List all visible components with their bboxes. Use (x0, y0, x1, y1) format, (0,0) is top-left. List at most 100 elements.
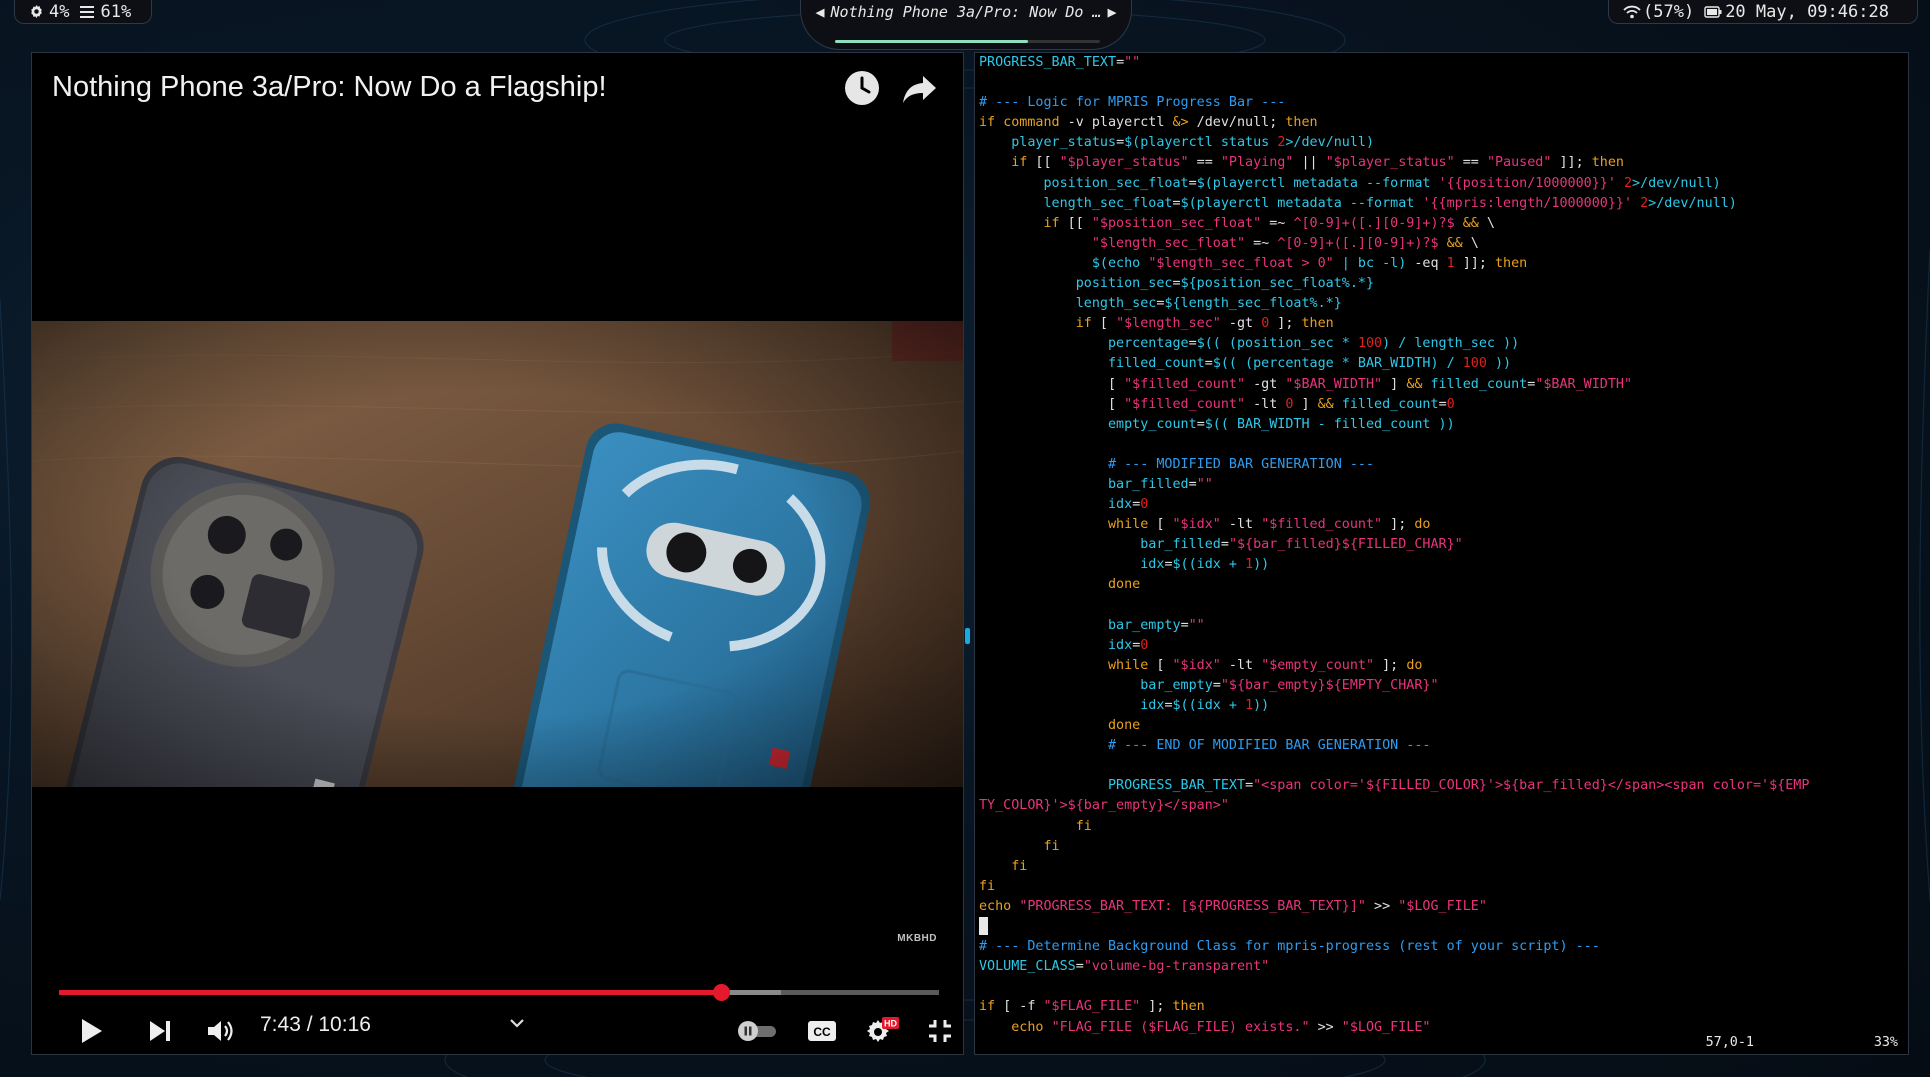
clock-icon[interactable] (843, 69, 881, 107)
code-token: then (1285, 115, 1318, 131)
code-token: $(( (percentage * BAR_WIDTH) / (1212, 356, 1463, 372)
code-editor[interactable]: PROGRESS_BAR_TEXT="" # --- Logic for MPRI… (979, 53, 1904, 1038)
date-time: 20 May, 09:46:28 (1725, 1, 1889, 22)
code-token: fi (1043, 838, 1060, 854)
code-token: if (1075, 316, 1092, 332)
code-token: = (1204, 356, 1213, 372)
video-title[interactable]: Nothing Phone 3a/Pro: Now Do a Flagship! (52, 71, 607, 104)
share-icon[interactable] (901, 69, 939, 107)
chapters-dropdown[interactable] (502, 1003, 532, 1043)
code-token: ]; (1140, 999, 1173, 1015)
code-token: # --- Logic for MPRIS Progress Bar --- (979, 95, 1286, 111)
video-player-window[interactable]: Nothing Phone 3a/Pro: Now Do a Flagship! (31, 52, 964, 1055)
code-token: &> (1172, 115, 1189, 131)
code-token: length_sec_float (1043, 195, 1173, 211)
code-token: 1 (1245, 557, 1254, 573)
code-token: == (1454, 155, 1487, 171)
code-token: [ (979, 376, 1125, 392)
code-line: [ "$filled_count" -gt "$BAR_WIDTH" ] && … (979, 375, 1904, 395)
code-token: position_sec_float (1043, 175, 1189, 191)
code-line: done (979, 716, 1904, 736)
code-line: $(echo "$length_sec_float > 0" | bc -l) … (979, 254, 1904, 274)
volume-icon (208, 1021, 233, 1041)
code-token: | bc -l) (1333, 255, 1407, 271)
code-token: = (1075, 959, 1084, 975)
volume-button[interactable] (200, 1011, 240, 1051)
captions-button[interactable]: CC (802, 1011, 842, 1051)
code-token: 100 (1462, 356, 1487, 372)
exit-fullscreen-button[interactable] (920, 1011, 960, 1051)
settings-button[interactable]: HD (862, 1011, 902, 1051)
code-token: empty_count (1108, 416, 1197, 432)
code-token: "Paused" (1486, 155, 1552, 171)
code-token: 0 (1446, 396, 1455, 412)
code-token: echo (979, 898, 1012, 914)
channel-watermark: MKBHD (897, 933, 937, 944)
media-next-button[interactable]: ▶ (1107, 3, 1116, 21)
code-token: && (1462, 215, 1479, 231)
code-token: = (1196, 416, 1205, 432)
code-line: VOLUME_CLASS="volume-bg-transparent" (979, 957, 1904, 977)
code-line: fi (979, 837, 1904, 857)
code-token: while (1108, 517, 1149, 533)
media-title: Nothing Phone 3a/Pro: Now Do … (830, 3, 1102, 21)
code-token: "$position_sec_float" (1091, 215, 1262, 231)
code-token: ^[0-9]+([.][0-9]+)?$ (1277, 235, 1439, 251)
code-token: "$length_sec" (1116, 316, 1221, 332)
code-token: ^[0-9]+([.][0-9]+)?$ (1293, 215, 1455, 231)
code-token: == (1188, 155, 1221, 171)
seek-handle[interactable] (713, 984, 731, 1001)
code-token: while (1108, 657, 1149, 673)
memory-usage: 61% (100, 1, 132, 22)
media-prev-button[interactable]: ◀ (816, 3, 825, 21)
code-line: while [ "$idx" -lt "$empty_count" ]; do (979, 656, 1904, 676)
code-line: done (979, 575, 1904, 595)
code-token: $((idx + (1172, 698, 1246, 713)
code-token: = (1164, 557, 1173, 573)
code-token: "$player_status" (1325, 155, 1455, 171)
code-token: filled_count (1108, 356, 1205, 372)
code-token: -lt (1220, 517, 1262, 533)
code-line: # --- END OF MODIFIED BAR GENERATION --- (979, 736, 1904, 756)
code-token: idx (1140, 557, 1165, 573)
code-token: = (1188, 336, 1197, 352)
exit-fullscreen-icon (929, 1020, 951, 1042)
code-line: percentage=$(( (position_sec * 100) / le… (979, 334, 1904, 354)
code-line: # --- Logic for MPRIS Progress Bar --- (979, 93, 1904, 113)
code-line: player_status=$(playerctl status 2>/dev/… (979, 133, 1904, 153)
code-token: 2 (1623, 175, 1633, 191)
next-button[interactable] (140, 1011, 180, 1051)
code-token: "$idx" (1172, 657, 1221, 673)
code-token: idx (1140, 698, 1165, 713)
video-frame[interactable] (32, 321, 964, 787)
code-token: "$length_sec_float" (1091, 235, 1246, 251)
terminal-window[interactable]: PROGRESS_BAR_TEXT="" # --- Logic for MPRI… (974, 52, 1909, 1055)
code-token: ]; (1269, 316, 1302, 332)
code-token: ]]; (1551, 155, 1592, 171)
code-token: $(( BAR_WIDTH - filled_count )) (1204, 416, 1455, 432)
code-token: idx (1108, 497, 1133, 513)
code-token: # --- MODIFIED BAR GENERATION --- (1108, 456, 1375, 472)
code-token: && (1317, 396, 1334, 412)
code-token: "" (1196, 476, 1213, 492)
play-button[interactable] (72, 1011, 112, 1051)
code-token: 1 (1245, 698, 1254, 713)
autoplay-toggle[interactable] (732, 1011, 782, 1051)
seek-bar[interactable] (59, 984, 939, 1001)
code-line: "$length_sec_float" =~ ^[0-9]+([.][0-9]+… (979, 234, 1904, 254)
